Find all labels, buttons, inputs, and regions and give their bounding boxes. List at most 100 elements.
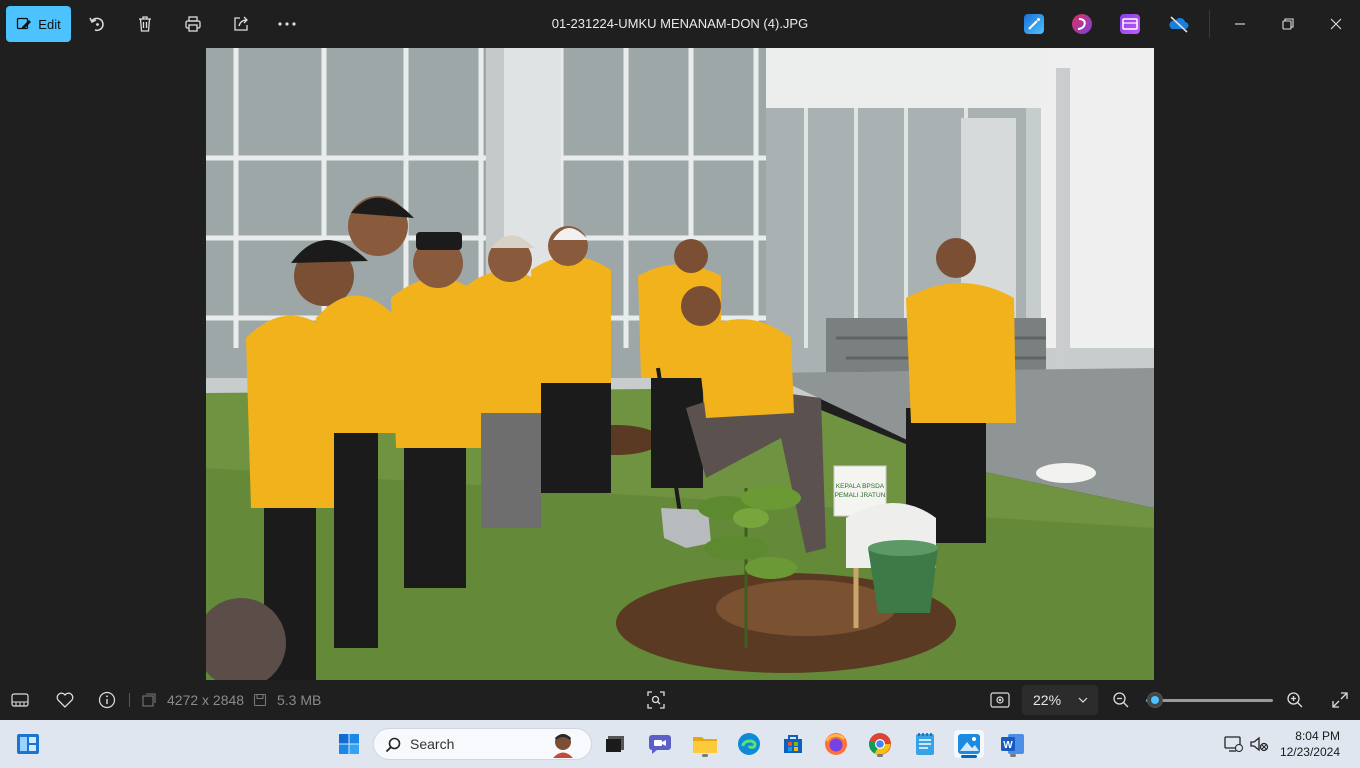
edit-image-icon	[17, 17, 32, 30]
search-highlight-icon	[553, 734, 573, 758]
favorite-button[interactable]	[53, 688, 77, 712]
photos-app-button[interactable]	[954, 730, 984, 758]
minimize-button[interactable]	[1228, 12, 1252, 36]
close-icon	[1330, 18, 1342, 30]
onedrive-button[interactable]	[1168, 14, 1189, 34]
fullscreen-button[interactable]	[1328, 688, 1352, 712]
title-separator	[1209, 10, 1210, 38]
print-button[interactable]	[181, 12, 205, 36]
minimize-icon	[1235, 23, 1245, 25]
dimensions-icon	[140, 688, 158, 712]
share-icon	[234, 16, 248, 31]
svg-text:W: W	[1003, 740, 1013, 751]
visual-search-button[interactable]	[644, 688, 668, 712]
file-size-icon	[251, 688, 269, 712]
zoom-in-button[interactable]	[1283, 688, 1307, 712]
zoom-slider-thumb[interactable]	[1147, 692, 1163, 708]
chrome-button[interactable]	[866, 730, 894, 758]
maximize-button[interactable]	[1276, 12, 1300, 36]
search-label: Search	[410, 736, 455, 752]
edge-icon	[738, 733, 760, 755]
heart-icon	[56, 692, 74, 708]
more-options-button[interactable]	[275, 12, 299, 36]
word-button[interactable]: W	[999, 730, 1027, 758]
restore-icon	[1282, 18, 1294, 30]
clipchamp-icon	[1077, 18, 1086, 30]
filmstrip-icon	[11, 693, 29, 707]
expand-icon	[1332, 692, 1348, 708]
status-divider	[129, 693, 130, 707]
speaker-muted-icon	[1250, 736, 1269, 752]
file-explorer-button[interactable]	[691, 730, 719, 758]
share-button[interactable]	[229, 12, 253, 36]
active-indicator	[961, 755, 977, 758]
search-icon	[385, 737, 401, 753]
file-title: 01-231224-UMKU MENANAM-DON (4).JPG	[551, 16, 809, 31]
meet-chat-button[interactable]	[646, 730, 674, 758]
chrome-icon	[869, 733, 891, 755]
file-info-button[interactable]	[95, 688, 119, 712]
file-size: 5.3 MB	[277, 692, 322, 708]
firefox-icon	[825, 733, 847, 755]
actual-size-button[interactable]	[988, 688, 1012, 712]
rotate-icon	[89, 17, 104, 32]
svg-text:PEMALI JRATUN: PEMALI JRATUN	[835, 492, 886, 499]
taskbar-search-box[interactable]: Search	[373, 728, 592, 760]
zoom-out-icon	[1113, 692, 1129, 708]
start-button[interactable]	[335, 730, 363, 758]
network-offline-button[interactable]	[1222, 730, 1244, 758]
camera-chat-icon	[649, 735, 671, 754]
trash-icon	[139, 16, 151, 32]
chevron-down-icon	[1078, 697, 1088, 703]
store-bag-icon	[784, 735, 802, 753]
magic-pen-icon	[1028, 18, 1040, 30]
volume-button[interactable]	[1248, 730, 1270, 758]
info-icon	[98, 691, 116, 709]
svg-text:KEPALA BPSDA: KEPALA BPSDA	[836, 483, 885, 490]
windows-taskbar: Search W 8:04 PM 12/23/2024	[0, 720, 1360, 768]
zoom-level-dropdown[interactable]: 22%	[1022, 685, 1098, 715]
windows-logo-icon	[339, 734, 359, 754]
close-button[interactable]	[1324, 12, 1348, 36]
actual-size-icon	[990, 692, 1010, 708]
clipchamp-app-button[interactable]	[1072, 14, 1092, 34]
delete-button[interactable]	[133, 12, 157, 36]
clock-time: 8:04 PM	[1295, 729, 1340, 743]
video-editor-button[interactable]	[1120, 14, 1140, 34]
network-icon	[1224, 736, 1243, 752]
system-clock[interactable]: 8:04 PM 12/23/2024	[1280, 728, 1340, 760]
word-icon: W	[1001, 734, 1024, 754]
edit-button[interactable]: Edit	[6, 6, 71, 42]
task-view-button[interactable]	[601, 730, 629, 758]
image-dimensions: 4272 x 2848	[167, 692, 245, 708]
edge-browser-button[interactable]	[735, 730, 763, 758]
film-icon	[1122, 18, 1138, 30]
task-view-icon	[606, 736, 624, 752]
photos-icon	[958, 734, 980, 754]
widgets-icon	[17, 734, 39, 754]
rotate-button[interactable]	[85, 12, 109, 36]
store-button[interactable]	[779, 730, 807, 758]
running-indicator	[1010, 754, 1016, 757]
onedrive-offline-icon	[1169, 16, 1189, 33]
notepad-icon	[916, 733, 934, 755]
visual-search-icon	[647, 691, 665, 709]
widgets-button[interactable]	[14, 730, 42, 758]
zoom-in-icon	[1287, 692, 1303, 708]
printer-icon	[185, 16, 201, 32]
more-icon	[278, 22, 296, 26]
filmstrip-button[interactable]	[8, 688, 32, 712]
title-bar: Edit 01-231224-UMKU MENANAM-DON (4).JPG	[0, 0, 1360, 48]
status-bar: 4272 x 2848 5.3 MB 22%	[0, 680, 1360, 720]
edit-label: Edit	[38, 16, 61, 32]
notepad-button[interactable]	[911, 730, 939, 758]
folder-icon	[693, 737, 717, 753]
zoom-value: 22%	[1033, 692, 1062, 708]
photo[interactable]: KEPALA BPSDA PEMALI JRATUN	[206, 48, 1154, 680]
zoom-slider-track[interactable]	[1152, 699, 1273, 702]
zoom-out-button[interactable]	[1109, 688, 1133, 712]
designer-app-button[interactable]	[1024, 14, 1044, 34]
firefox-button[interactable]	[822, 730, 850, 758]
image-viewer[interactable]: KEPALA BPSDA PEMALI JRATUN	[0, 48, 1360, 680]
tree-planting-photo: KEPALA BPSDA PEMALI JRATUN	[206, 48, 1154, 680]
